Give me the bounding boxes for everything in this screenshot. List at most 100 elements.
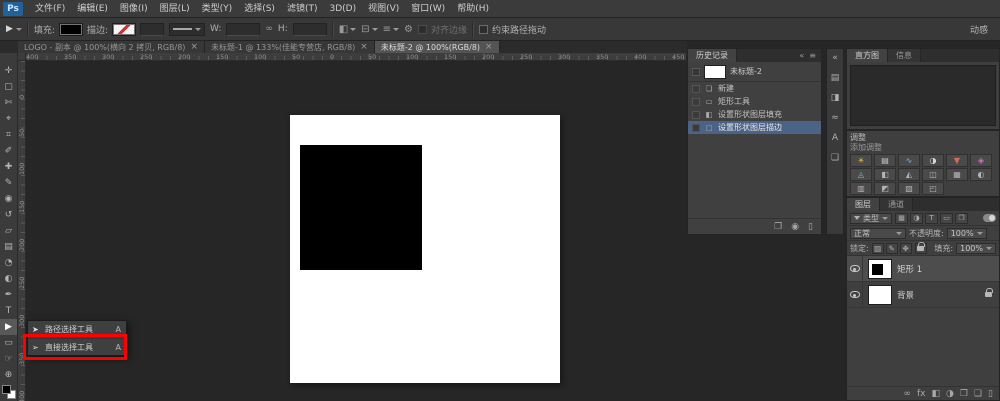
swatches-panel-icon[interactable]: ◨ [831,93,840,103]
history-state-row[interactable]: ▢ 设置形状图层描边 [688,121,821,134]
path-selection-tool[interactable]: ▶ [0,319,18,335]
history-source-checkbox[interactable] [692,111,700,119]
menu-item[interactable]: 窗口(W) [405,0,451,18]
clone-stamp-tool[interactable]: ◉ [0,191,18,207]
path-arrange-button[interactable]: ≡ [383,24,399,35]
link-dimensions-icon[interactable]: ∞ [265,24,273,34]
link-layers-icon[interactable]: ∞ [904,389,912,399]
black-rectangle-shape[interactable] [300,145,422,270]
layer-styles-icon[interactable]: fx [917,389,926,399]
document-tab[interactable]: LOGO - 副本 @ 100%(横向 2 拷贝, RGB/8) × [18,41,205,53]
history-panel-tab[interactable]: 历史记录 [688,49,737,62]
foreground-background-swatches[interactable] [2,385,16,399]
delete-state-icon[interactable]: ▯ [808,222,813,232]
layer-visibility-toggle[interactable] [847,282,863,307]
new-layer-icon[interactable]: ❏ [974,389,982,399]
stroke-width-input[interactable] [140,23,164,36]
history-state-row[interactable]: ◧ 设置形状图层填充 [688,108,821,121]
path-operations-button[interactable]: ◧ [339,24,356,35]
dodge-tool[interactable]: ◐ [0,271,18,287]
expand-panels-icon[interactable]: « [832,53,838,63]
brush-tool[interactable]: ✎ [0,175,18,191]
layer-row[interactable]: 矩形 1 [847,256,999,282]
marquee-tool[interactable]: ▢ [0,79,18,95]
new-group-icon[interactable]: ❐ [960,389,968,399]
history-brush-tool[interactable]: ↺ [0,207,18,223]
character-panel-icon[interactable]: A [832,133,838,143]
stroke-color-swatch[interactable] [113,24,135,35]
lock-transparency-icon[interactable]: ▨ [872,243,884,254]
menu-item[interactable]: 3D(D) [323,0,362,18]
pen-tool[interactable]: ✒ [0,287,18,303]
threshold-icon[interactable]: ◩ [874,182,896,195]
close-tab-icon[interactable]: × [360,43,368,52]
lock-position-icon[interactable]: ✥ [900,243,912,254]
add-layer-mask-icon[interactable]: ◧ [932,389,941,399]
gradient-tool[interactable]: ▤ [0,239,18,255]
align-edges-checkbox[interactable]: 对齐边缘 [418,23,467,36]
history-source-checkbox[interactable] [692,85,700,93]
foreground-color-swatch[interactable] [2,385,11,394]
lasso-tool[interactable]: ✄ [0,95,18,111]
new-snapshot-icon[interactable]: ◉ [791,222,799,232]
new-adjustment-layer-icon[interactable]: ◑ [946,389,954,399]
selective-color-icon[interactable]: ◰ [922,182,944,195]
healing-brush-tool[interactable]: ✚ [0,159,18,175]
brightness-contrast-icon[interactable]: ☀ [850,154,872,167]
lock-pixels-icon[interactable]: ✎ [886,243,898,254]
filter-adjustment-layers-icon[interactable]: ◑ [910,213,923,224]
path-alignment-button[interactable]: ⊟ [361,24,377,35]
move-tool[interactable]: ✛ [0,63,18,79]
color-panel-icon[interactable]: ▤ [831,73,840,83]
layer-filter-type-dropdown[interactable]: 类型 [850,213,892,224]
hand-tool[interactable]: ☞ [0,351,18,367]
document-canvas[interactable] [290,115,560,383]
filter-type-layers-icon[interactable]: T [925,213,938,224]
layer-row[interactable]: 背景 [847,282,999,308]
layer-visibility-toggle[interactable] [847,256,863,281]
horizontal-ruler[interactable]: 4003503002502001501005005010015020025030… [18,53,686,61]
hue-saturation-icon[interactable]: ◈ [970,154,992,167]
levels-icon[interactable]: ▤ [874,154,896,167]
color-lookup-icon[interactable]: ▦ [946,168,968,181]
fill-color-swatch[interactable] [60,24,82,35]
photo-filter-icon[interactable]: ◭ [898,168,920,181]
menu-item[interactable]: 图层(L) [154,0,196,18]
eyedropper-tool[interactable]: ✐ [0,143,18,159]
document-tab[interactable]: 未标题-2 @ 100%(RGB/8) × [375,41,500,53]
history-state-row[interactable]: ❏ 新建 [688,82,821,95]
document-tab[interactable]: 未标题-1 @ 133%(佳能专营店, RGB/8) × [205,41,375,53]
filter-shape-layers-icon[interactable]: ▭ [940,213,953,224]
paragraph-panel-icon[interactable]: ❑ [831,153,839,163]
vibrance-icon[interactable]: ▼ [946,154,968,167]
color-balance-icon[interactable]: ◬ [850,168,872,181]
menu-item[interactable]: 滤镜(T) [281,0,324,18]
menu-item[interactable]: 视图(V) [362,0,405,18]
history-source-checkbox[interactable] [692,98,700,106]
history-source-checkbox[interactable] [692,68,700,76]
menu-item[interactable]: 帮助(H) [451,0,495,18]
lock-all-button[interactable] [915,243,927,254]
shape-width-input[interactable] [226,23,260,36]
layer-filter-toggle[interactable] [983,214,996,222]
constrain-path-drag-checkbox[interactable]: 约束路径拖动 [479,23,546,36]
filter-smart-objects-icon[interactable]: ❐ [955,213,968,224]
panel-tab[interactable]: 直方图 [847,49,888,62]
panel-tab[interactable]: 通道 [880,198,913,211]
channel-mixer-icon[interactable]: ◫ [922,168,944,181]
panel-tab[interactable]: 图层 [847,198,880,211]
fill-value-dropdown[interactable]: 100% [956,243,996,254]
crop-tool[interactable]: ⌗ [0,127,18,143]
menu-item[interactable]: 文件(F) [29,0,71,18]
close-tab-icon[interactable]: × [485,43,493,52]
gear-button[interactable]: ⚙ [404,24,413,35]
gradient-map-icon[interactable]: ▧ [898,182,920,195]
curves-icon[interactable]: ∿ [898,154,920,167]
shape-height-input[interactable] [293,23,327,36]
blur-tool[interactable]: ◔ [0,255,18,271]
opacity-value-dropdown[interactable]: 100% [947,228,987,239]
zoom-tool[interactable]: ⊕ [0,367,18,383]
invert-icon[interactable]: ◐ [970,168,992,181]
blend-mode-dropdown[interactable]: 正常 [850,228,906,239]
quick-selection-tool[interactable]: ⌖ [0,111,18,127]
